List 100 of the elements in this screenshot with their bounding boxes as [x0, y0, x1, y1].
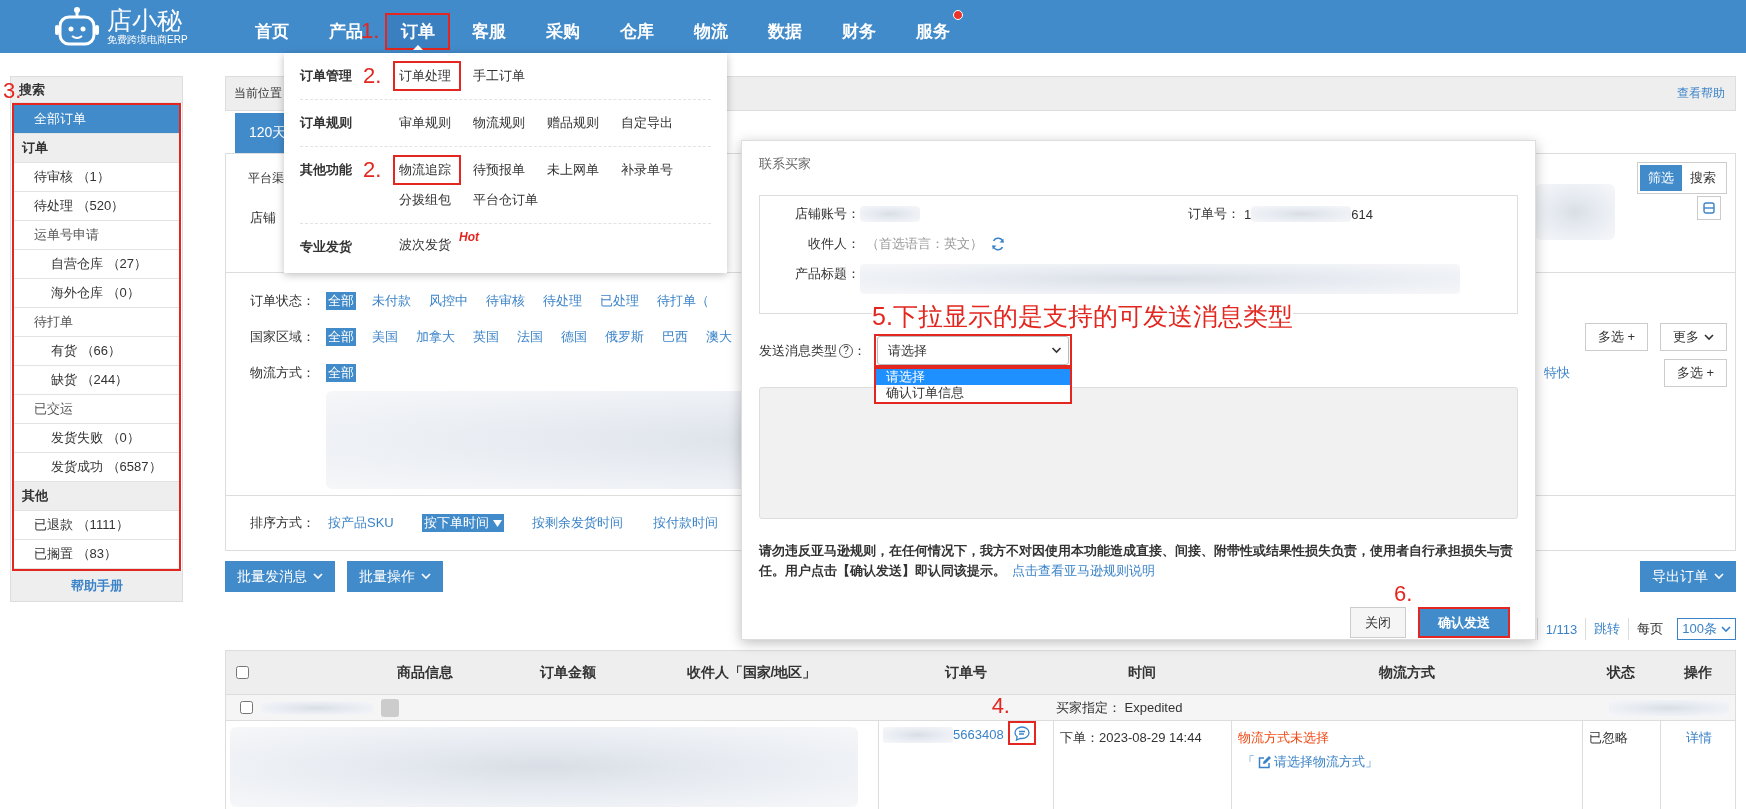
filter-option[interactable]: 法国: [515, 328, 545, 346]
toggle-option[interactable]: 搜索: [1682, 165, 1724, 191]
filter-option[interactable]: 英国: [471, 328, 501, 346]
field-label: 订单号：: [1187, 205, 1240, 223]
close-button[interactable]: 关闭: [1350, 607, 1406, 638]
nav-tab[interactable]: 首页: [253, 13, 291, 50]
more-dropdown[interactable]: 更多: [1660, 323, 1727, 351]
nav-tab[interactable]: 客服: [470, 13, 508, 50]
message-field[interactable]: [759, 387, 1518, 519]
menu-link[interactable]: 审单规则: [393, 108, 461, 138]
details-link[interactable]: 详情: [1685, 730, 1712, 745]
layout-button[interactable]: [1697, 196, 1721, 220]
filter-option[interactable]: 已处理: [598, 292, 641, 310]
sidebar-item[interactable]: 待处理 （520）: [14, 192, 179, 221]
disclaimer-text: 请勿违反亚马逊规则，在任何情况下，我方不对因使用本功能造成直接、间接、附带性或结果性损失负责，使用者自行承担损失与责任。用户点击【确认发送】即认同该提示。 点击查看亚马逊规则说明: [759, 542, 1514, 580]
sidebar-item[interactable]: 待打单: [14, 308, 179, 337]
chevron-down-icon: [1714, 573, 1724, 580]
jump-link[interactable]: 跳转: [1585, 618, 1629, 640]
edit-icon: [1258, 755, 1271, 769]
batch-button[interactable]: 批量操作: [347, 561, 443, 592]
checkbox[interactable]: [240, 701, 253, 714]
nav-tab[interactable]: 服务: [914, 13, 952, 50]
panel-icon: [1703, 202, 1715, 214]
column-header: 状态: [1607, 663, 1635, 682]
sort-option[interactable]: 按产品SKU: [326, 514, 396, 532]
message-type-select[interactable]: 请选择: [874, 334, 1072, 367]
toggle-option[interactable]: 筛选: [1640, 165, 1682, 191]
menu-link[interactable]: 手工订单: [467, 61, 535, 91]
order-number-link[interactable]: 5663408: [953, 727, 1004, 742]
sidebar-item[interactable]: 待审核 （1）: [14, 163, 179, 192]
menu-link[interactable]: 物流追踪: [393, 155, 461, 185]
choose-shipping-link[interactable]: 「请选择物流方式」: [1242, 753, 1378, 771]
nav-tab[interactable]: 物流: [692, 13, 730, 50]
sort-option[interactable]: 按下单时间: [421, 514, 504, 532]
filter-option[interactable]: 德国: [559, 328, 589, 346]
menu-group-title: 订单规则: [300, 114, 353, 132]
filter-label: 订单状态：: [250, 292, 316, 310]
filter-option[interactable]: 全部: [326, 328, 356, 346]
dropdown-option[interactable]: 确认订单信息: [876, 385, 1070, 401]
rules-link[interactable]: 点击查看亚马逊规则说明: [1012, 563, 1155, 578]
sidebar-item[interactable]: 已交运: [14, 395, 179, 424]
menu-link[interactable]: 波次发货: [393, 235, 457, 254]
refresh-icon[interactable]: [991, 237, 1005, 251]
chevron-down-icon: [1721, 625, 1731, 633]
nav-tab[interactable]: 财务: [840, 13, 878, 50]
menu-link[interactable]: 补录单号: [615, 155, 683, 185]
sidebar-item[interactable]: 运单号申请: [14, 221, 179, 250]
sidebar-item[interactable]: 全部订单: [14, 105, 179, 134]
filter-option[interactable]: 特快: [1541, 364, 1572, 382]
sidebar-item[interactable]: 海外仓库 （0）: [14, 279, 179, 308]
field-value: 614: [1351, 206, 1373, 222]
sidebar-item[interactable]: 发货失败 （0）: [14, 424, 179, 453]
filter-label: 店铺: [250, 209, 277, 227]
sidebar-item[interactable]: 有货 （66）: [14, 337, 179, 366]
export-button[interactable]: 导出订单: [1640, 561, 1736, 592]
confirm-button[interactable]: 确认发送: [1418, 607, 1510, 638]
menu-link[interactable]: 自定导出: [615, 108, 683, 138]
menu-link[interactable]: 物流规则: [467, 108, 535, 138]
menu-link[interactable]: 未上网单: [541, 155, 609, 185]
filter-option[interactable]: 未付款: [370, 292, 413, 310]
shipping-status: 物流方式未选择: [1238, 729, 1329, 747]
menu-link[interactable]: 待预报单: [467, 155, 535, 185]
filter-option[interactable]: 加拿大: [414, 328, 457, 346]
sidebar-item[interactable]: 缺货 （244）: [14, 366, 179, 395]
filter-option[interactable]: 待打单（: [655, 292, 711, 310]
filter-option[interactable]: 全部: [326, 364, 356, 382]
menu-link[interactable]: 分拨组包: [393, 185, 461, 215]
nav-tab[interactable]: 数据: [766, 13, 804, 50]
filter-option[interactable]: 全部: [326, 292, 356, 310]
batch-button[interactable]: 批量发消息: [225, 561, 335, 592]
sidebar-item[interactable]: 已搁置 （83）: [14, 540, 179, 569]
filter-option[interactable]: 巴西: [660, 328, 690, 346]
help-link[interactable]: 查看帮助: [1677, 85, 1725, 102]
breadcrumb: 当前位置: [234, 85, 282, 102]
filter-label: 物流方式：: [250, 364, 316, 382]
message-button[interactable]: [1007, 721, 1036, 745]
checkbox[interactable]: [236, 666, 249, 679]
nav-tab[interactable]: 采购: [544, 13, 582, 50]
filter-option[interactable]: 待审核: [484, 292, 527, 310]
sort-option[interactable]: 按付款时间: [650, 514, 720, 532]
dropdown-option[interactable]: 请选择: [876, 369, 1070, 385]
filter-option[interactable]: 美国: [370, 328, 400, 346]
sort-option[interactable]: 按剩余发货时间: [529, 514, 625, 532]
page-size-select[interactable]: 100条: [1677, 618, 1736, 640]
filter-option[interactable]: 待处理: [541, 292, 584, 310]
filter-option[interactable]: 澳大: [704, 328, 734, 346]
multi-select-button[interactable]: 多选 +: [1663, 359, 1727, 387]
column-header: 操作: [1684, 663, 1712, 682]
sidebar-item[interactable]: 自营仓库 （27）: [14, 250, 179, 279]
nav-tab[interactable]: 仓库: [618, 13, 656, 50]
multi-select-button[interactable]: 多选 +: [1584, 323, 1648, 351]
help-manual-link[interactable]: 帮助手册: [11, 571, 182, 601]
filter-option[interactable]: 俄罗斯: [603, 328, 646, 346]
annotation-text: 5.下拉显示的是支持的可发送消息类型: [872, 301, 1293, 331]
nav-tab[interactable]: 订单: [385, 13, 450, 50]
menu-link[interactable]: 赠品规则: [541, 108, 609, 138]
filter-option[interactable]: 风控中: [427, 292, 470, 310]
sidebar-item[interactable]: 已退款 （1111）: [14, 511, 179, 540]
column-header: 时间: [1128, 663, 1156, 682]
menu-link[interactable]: 订单处理: [393, 61, 461, 91]
